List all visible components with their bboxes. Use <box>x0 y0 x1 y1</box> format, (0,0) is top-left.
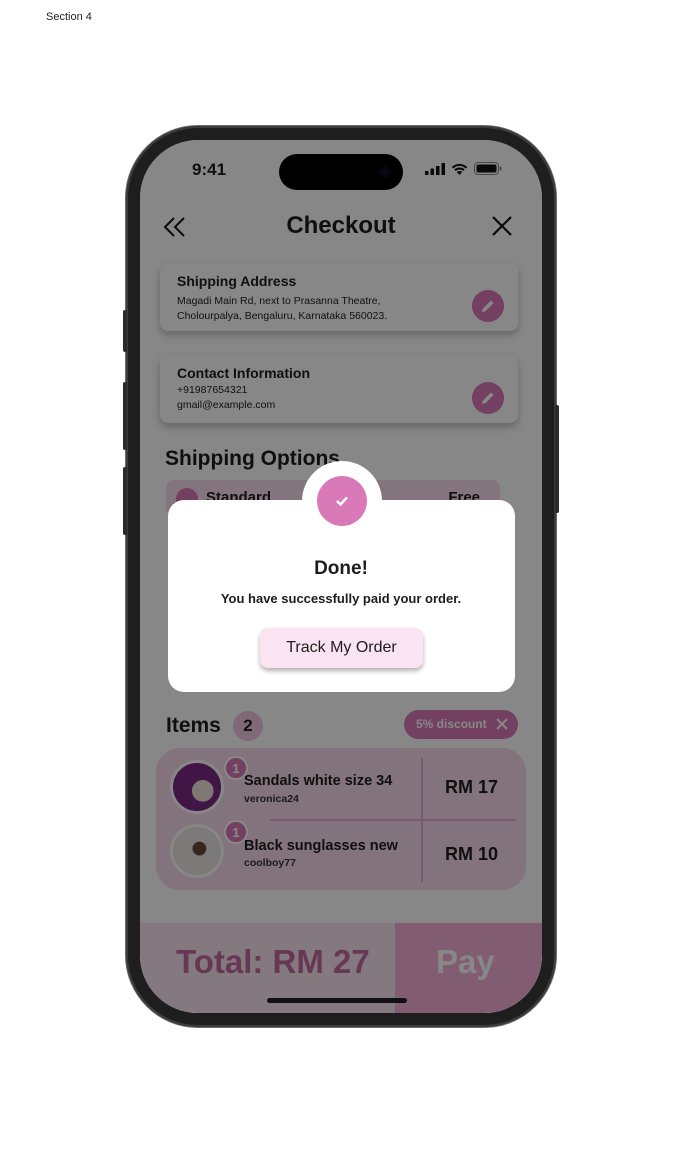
volume-down-button <box>123 467 127 535</box>
phone-screen: 9:41 Checkout Shipping Address Magadi Ma… <box>140 140 542 1013</box>
section-label: Section 4 <box>46 11 92 23</box>
home-indicator[interactable] <box>267 998 407 1003</box>
success-icon <box>317 476 367 526</box>
action-button <box>123 310 127 352</box>
power-button <box>555 405 559 513</box>
volume-up-button <box>123 382 127 450</box>
checkmark-icon <box>336 496 348 506</box>
dialog-message: You have successfully paid your order. <box>220 591 462 606</box>
track-order-button[interactable]: Track My Order <box>260 628 423 668</box>
dialog-title: Done! <box>314 558 368 579</box>
